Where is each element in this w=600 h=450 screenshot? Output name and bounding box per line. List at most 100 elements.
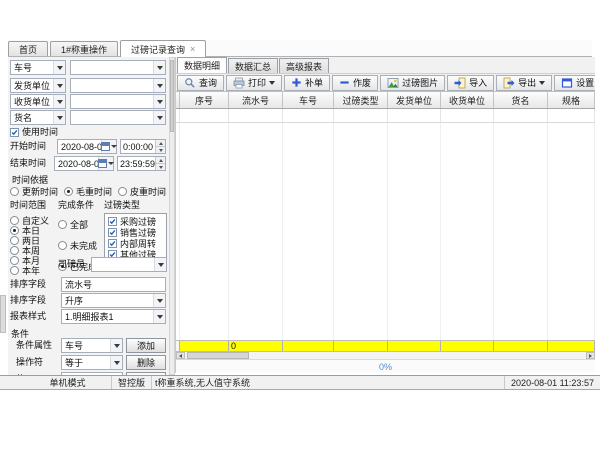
delete-button-label: 删除 (137, 356, 155, 369)
summary-cell (494, 341, 548, 351)
scrollbar-thumb[interactable] (187, 352, 249, 359)
shipper-value-select[interactable] (70, 78, 166, 93)
report-style-label: 报表样式 (10, 311, 58, 322)
add-button-label: 添加 (137, 339, 155, 352)
filter-panel: 车号 发货单位 收货单位 货名 (8, 57, 169, 375)
shipper-field-select[interactable]: 发货单位 (10, 78, 66, 93)
tab-record-query[interactable]: 过磅记录查询 × (120, 40, 206, 57)
radio-all[interactable]: 全部 (58, 218, 102, 231)
car-no-value-select[interactable] (70, 60, 166, 75)
plus-icon (291, 77, 302, 88)
export-button[interactable]: 导出 (496, 75, 552, 91)
column-header-serial[interactable]: 流水号 (229, 92, 283, 108)
chevron-down-icon (153, 61, 165, 74)
weigh-photo-button[interactable]: 过磅图片 (380, 75, 445, 91)
checkbox-checked-icon (108, 228, 117, 237)
panel-collapse-handle[interactable] (0, 295, 6, 333)
radio-tare-time[interactable]: 皮重时间 (118, 185, 166, 198)
print-button[interactable]: 打印 (226, 75, 282, 91)
car-no-field-select[interactable]: 车号 (10, 60, 66, 75)
operator-select[interactable]: 等于 (61, 355, 123, 370)
query-button[interactable]: 查询 (177, 75, 224, 91)
goods-field-select[interactable]: 货名 (10, 110, 66, 125)
settings-button-label: 设置 (576, 76, 594, 89)
scroll-left-arrow-icon[interactable] (176, 352, 185, 359)
weigh-type-group: 过磅类型 采购过磅 销售过磅 内部周转 其他过磅 (104, 198, 167, 261)
condition-attribute-label: 条件属性 (16, 340, 58, 351)
end-time-row: 结束时间 2020-08-01 23:59:59 (10, 156, 166, 171)
weigher-select[interactable] (91, 257, 167, 272)
column-header-goods[interactable]: 货名 (494, 92, 548, 108)
add-condition-button[interactable]: 添加 (126, 338, 166, 353)
sort-order-select[interactable]: 升序 (61, 293, 166, 308)
sort-order-label: 排序字段 (10, 295, 58, 306)
tab-data-detail-label: 数据明细 (184, 59, 220, 72)
sort-field-input[interactable]: 流水号 (61, 277, 166, 292)
tab-advanced-report[interactable]: 高级报表 (279, 58, 329, 73)
radio-update-time[interactable]: 更新时间 (10, 185, 58, 198)
delete-condition-button[interactable]: 删除 (126, 355, 166, 370)
time-range-title: 时间范围 (10, 198, 56, 211)
horizontal-scrollbar[interactable] (176, 352, 595, 360)
time-basis-options: 更新时间 毛重时间 皮重时间 (10, 185, 166, 198)
radio-unfinished[interactable]: 未完成 (58, 239, 102, 252)
image-icon (387, 77, 399, 89)
import-button[interactable]: 导入 (447, 75, 494, 91)
tab-data-detail[interactable]: 数据明细 (177, 57, 227, 73)
grid-body (176, 123, 595, 340)
condition-attribute-select[interactable]: 车号 (61, 338, 123, 353)
column-header-seq[interactable]: 序号 (180, 92, 229, 108)
chevron-down-icon (53, 95, 65, 108)
calendar-icon (101, 140, 116, 153)
end-time-spinner[interactable]: 23:59:59 (117, 156, 166, 171)
column-header-receiver[interactable]: 收货单位 (441, 92, 494, 108)
tab-data-summary[interactable]: 数据汇总 (228, 58, 278, 73)
checkbox-checked-icon[interactable] (10, 128, 19, 137)
column-header-weigh-type[interactable]: 过磅类型 (334, 92, 388, 108)
summary-cell (180, 341, 229, 351)
start-time-row: 开始时间 2020-08-01 0:00:00 (10, 139, 166, 154)
start-date-picker[interactable]: 2020-08-01 (57, 139, 117, 154)
start-time-spinner[interactable]: 0:00:00 (120, 139, 166, 154)
settings-button[interactable]: 设置 (554, 75, 595, 91)
report-style-select[interactable]: 1.明细报表1 (61, 309, 166, 324)
column-header-shipper[interactable]: 发货单位 (388, 92, 441, 108)
chevron-down-icon (53, 111, 65, 124)
data-panel: 数据明细 数据汇总 高级报表 查询 打印 补单 作废 过磅图片 导入 (175, 57, 595, 373)
use-time-label: 使用时间 (22, 127, 58, 138)
receiver-field-select[interactable]: 收货单位 (10, 94, 66, 109)
radio-this-year[interactable]: 本年 (10, 265, 56, 275)
receiver-value-select[interactable] (70, 94, 166, 109)
export-button-label: 导出 (518, 76, 536, 89)
goods-field-label: 货名 (11, 111, 53, 124)
filter-row-shipper: 发货单位 (10, 78, 166, 93)
scroll-right-arrow-icon[interactable] (586, 352, 595, 359)
radio-this-year-label: 本年 (22, 264, 40, 277)
spinner-arrows-icon[interactable] (155, 157, 165, 170)
spinner-arrows-icon[interactable] (155, 140, 165, 153)
goods-value-select[interactable] (70, 110, 166, 125)
close-icon[interactable]: × (190, 44, 195, 54)
tab-weigh-operation[interactable]: 1#称重操作 (50, 41, 118, 56)
use-time-row: 使用时间 (10, 127, 58, 138)
radio-tare-time-label: 皮重时间 (130, 185, 166, 198)
scrollbar-thumb[interactable] (170, 60, 174, 132)
radio-update-time-label: 更新时间 (22, 185, 58, 198)
chevron-down-icon (269, 81, 275, 85)
void-button[interactable]: 作废 (332, 75, 378, 91)
radio-gross-time[interactable]: 毛重时间 (64, 185, 112, 198)
printer-icon (233, 77, 245, 89)
end-date-picker[interactable]: 2020-08-01 (54, 156, 114, 171)
chevron-down-icon (53, 61, 65, 74)
column-header-car[interactable]: 车号 (283, 92, 334, 108)
time-range-group: 时间范围 自定义 本日 两日 本周 本月 本年 (10, 198, 56, 275)
document-tab-bar: 首页 1#称重操作 过磅记录查询 × (8, 40, 592, 57)
tab-weigh-operation-label: 1#称重操作 (61, 43, 107, 56)
status-bar: 单机模式 智控版 t称重系统,无人值守系统 2020-08-01 11:23:5… (0, 375, 600, 390)
tab-home[interactable]: 首页 (8, 41, 48, 56)
supplement-order-button[interactable]: 补单 (284, 75, 330, 91)
import-icon (454, 77, 466, 89)
export-icon (503, 77, 515, 89)
condition-attribute-value: 车号 (62, 339, 110, 352)
column-header-spec[interactable]: 规格 (548, 92, 595, 108)
